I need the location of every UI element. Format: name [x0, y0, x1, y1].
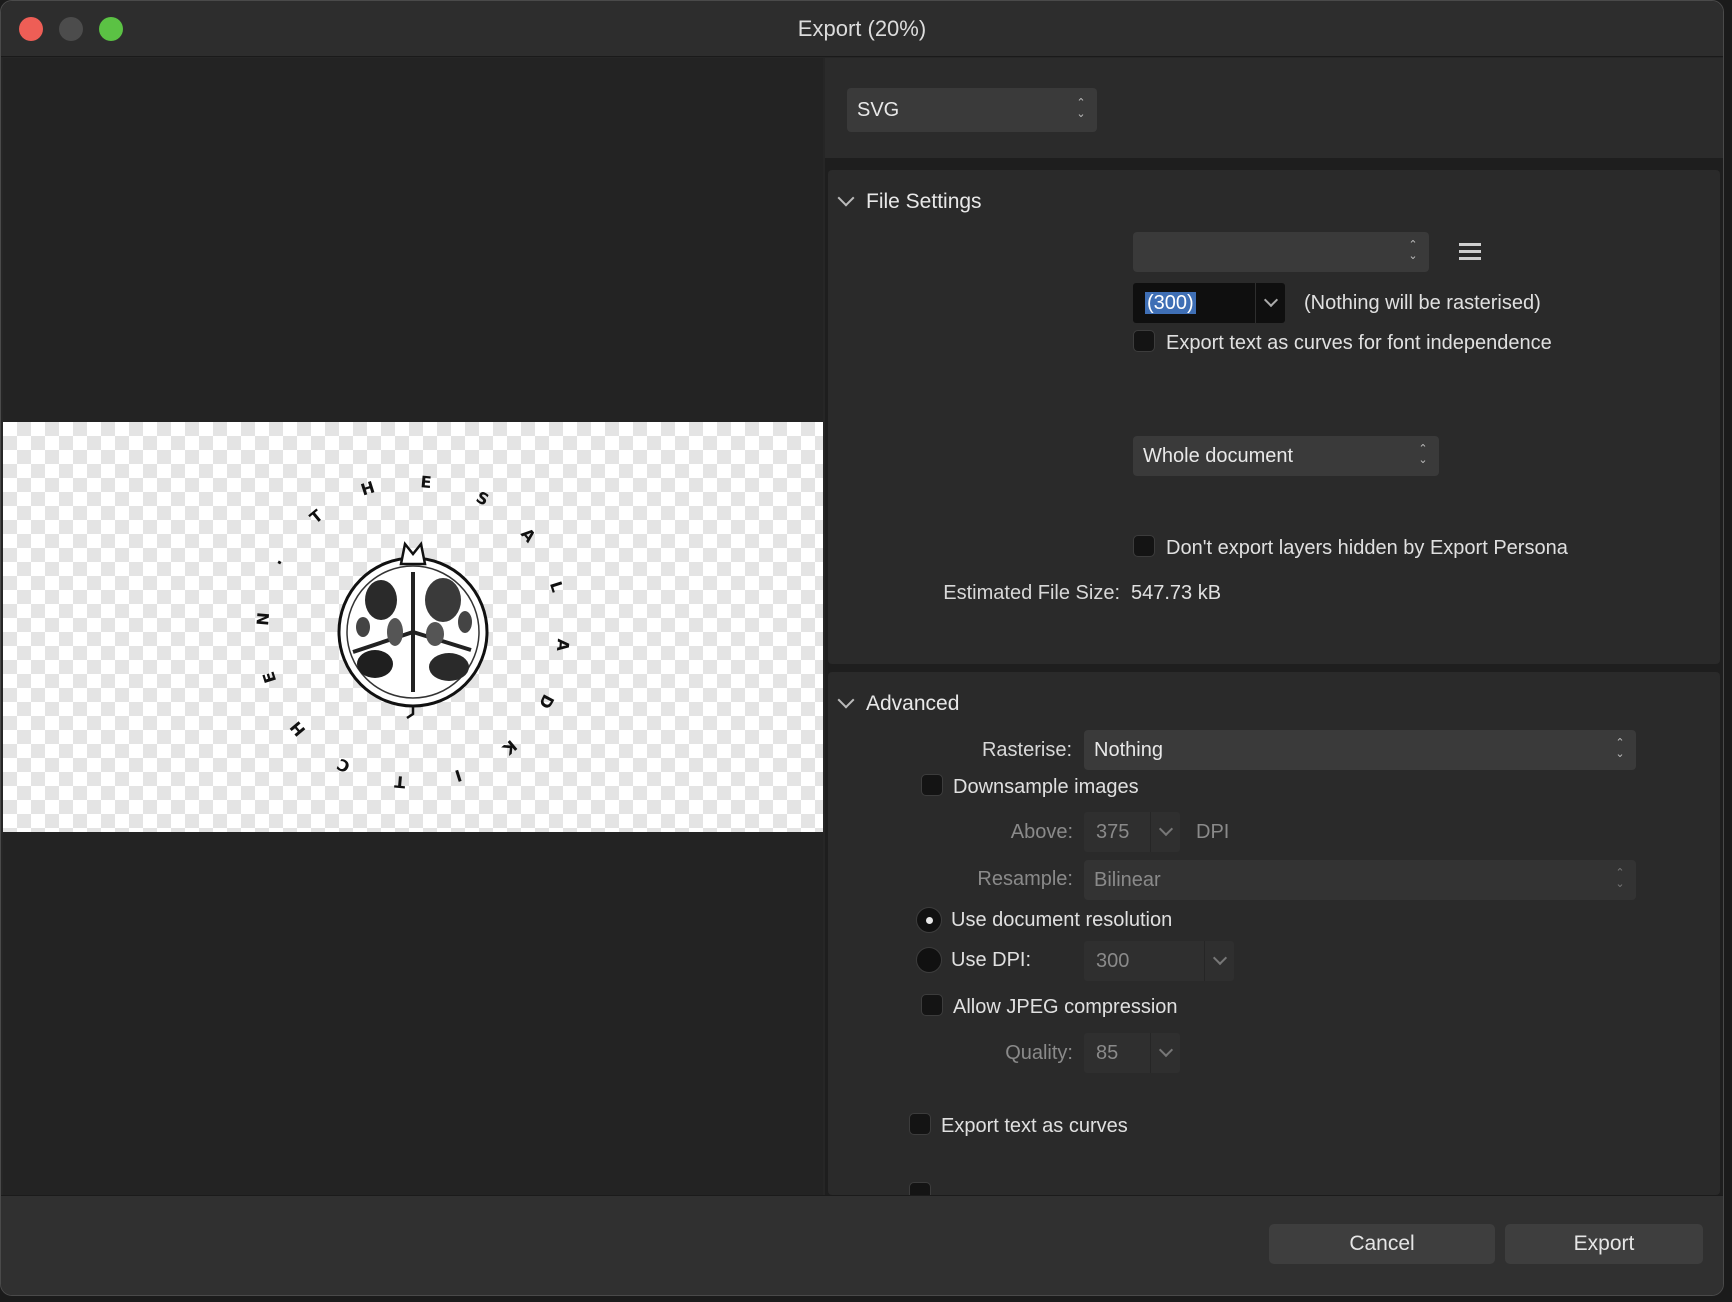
pomegranate-illustration	[337, 541, 489, 720]
above-label: Above:	[1010, 821, 1073, 843]
updown-icon: ⌃ ⌄	[1615, 737, 1625, 760]
ring-letter: H	[286, 718, 309, 740]
text-as-curves-checkbox[interactable]	[1133, 330, 1155, 352]
raster-dpi-note: (Nothing will be rasterised)	[1304, 292, 1541, 314]
settings-panel: SVG ⌃⌄ File Settings Preset: ⌃⌄ Raster D…	[825, 58, 1723, 1204]
text-curves-label: Export text as curves	[941, 1115, 1128, 1137]
format-value: SVG	[857, 99, 900, 121]
file-settings-heading: File Settings	[866, 190, 982, 213]
jpeg-compression-label: Allow JPEG compression	[953, 996, 1178, 1018]
chevron-down-icon[interactable]	[1150, 812, 1180, 852]
rasterise-value: Nothing	[1094, 739, 1163, 761]
chevron-down-icon[interactable]	[1255, 283, 1285, 323]
above-value: 375	[1096, 821, 1130, 843]
rasterise-select[interactable]: Nothing ⌃ ⌄	[1084, 730, 1636, 770]
raster-dpi-combo[interactable]: (300)	[1133, 283, 1285, 323]
hidden-layers-label: Don't export layers hidden by Export Per…	[1166, 537, 1568, 559]
dialog-footer: Cancel Export	[1, 1195, 1723, 1295]
ring-letter: A	[553, 638, 573, 653]
ring-letter: H	[359, 477, 377, 499]
use-dpi-radio[interactable]	[916, 947, 942, 973]
file-settings-section: File Settings Preset: ⌃⌄ Raster DPI: (30…	[828, 170, 1720, 664]
updown-icon: ⌃ ⌄	[1615, 867, 1625, 890]
resample-value: Bilinear	[1094, 869, 1161, 891]
title-bar: Export (20%)	[1, 1, 1723, 57]
rasterise-label: Rasterise:	[981, 739, 1072, 761]
chevron-down-icon	[837, 189, 855, 207]
jpeg-compression-checkbox[interactable]	[921, 994, 943, 1016]
ring-letter: T	[306, 506, 327, 528]
resample-label: Resample:	[977, 868, 1073, 890]
window-title: Export (20%)	[797, 16, 927, 41]
chevron-down-icon[interactable]	[1150, 1033, 1180, 1073]
use-dpi-value: 300	[1096, 950, 1130, 972]
text-curves-checkbox[interactable]	[909, 1113, 931, 1135]
ring-letter: T	[394, 772, 407, 792]
format-bar: SVG ⌃ ⌄	[825, 58, 1723, 158]
file-size-label: Estimated File Size:	[943, 582, 1120, 604]
resample-select[interactable]: Bilinear ⌃ ⌄	[1084, 860, 1636, 900]
advanced-heading: Advanced	[866, 692, 960, 715]
updown-icon: ⌃ ⌄	[1418, 443, 1428, 466]
area-select[interactable]: Whole document ⌃ ⌄	[1133, 436, 1439, 476]
updown-icon: ⌃ ⌄	[1408, 239, 1418, 262]
ring-letter: E	[259, 669, 280, 685]
hidden-layers-checkbox[interactable]	[1133, 535, 1155, 557]
use-document-resolution-label: Use document resolution	[951, 909, 1173, 931]
quality-label: Quality:	[1005, 1042, 1073, 1064]
above-unit: DPI	[1196, 821, 1230, 843]
text-as-curves-label: Export text as curves for font independe…	[1166, 332, 1552, 354]
raster-dpi-value: (300)	[1145, 292, 1196, 314]
downsample-checkbox[interactable]	[921, 774, 943, 796]
updown-icon: ⌃ ⌄	[1076, 97, 1086, 120]
ring-letter: E	[420, 472, 433, 492]
downsample-label: Downsample images	[953, 776, 1139, 798]
above-combo[interactable]: 375	[1084, 812, 1180, 852]
preset-menu-icon[interactable]	[1459, 243, 1481, 261]
quality-combo[interactable]: 85	[1084, 1033, 1180, 1073]
export-dialog: Export (20%) H E N · T H E S A L A D K I…	[0, 0, 1724, 1296]
ring-letter: I	[453, 766, 464, 786]
area-value: Whole document	[1143, 445, 1294, 467]
ring-letter: ·	[270, 555, 290, 569]
artwork-preview: H E N · T H E S A L A D K I T C	[253, 472, 573, 792]
chevron-down-icon[interactable]	[1204, 941, 1234, 981]
use-dpi-label: Use DPI:	[951, 949, 1032, 971]
ring-letter: K	[498, 736, 520, 759]
ring-letter: L	[546, 579, 567, 594]
ring-letter: S	[473, 487, 492, 509]
preview-canvas: H E N · T H E S A L A D K I T C	[3, 422, 823, 832]
ring-letter: D	[535, 691, 558, 712]
advanced-toggle[interactable]: Advanced	[837, 691, 960, 716]
use-dpi-combo[interactable]: 300	[1084, 941, 1234, 981]
advanced-section: Advanced Rasterise: Nothing ⌃ ⌄ Downsampl…	[828, 672, 1720, 1204]
use-document-resolution-radio[interactable]	[916, 907, 942, 933]
export-button[interactable]: Export	[1505, 1224, 1703, 1264]
ring-letter: A	[517, 524, 540, 546]
file-size-value: 547.73 kB	[1131, 582, 1222, 604]
file-settings-toggle[interactable]: File Settings	[837, 189, 982, 214]
ring-letter: C	[334, 754, 353, 776]
chevron-down-icon	[837, 691, 855, 709]
format-select[interactable]: SVG ⌃ ⌄	[847, 88, 1097, 132]
preview-area: H E N · T H E S A L A D K I T C	[3, 58, 823, 1195]
quality-value: 85	[1096, 1042, 1119, 1064]
cancel-button[interactable]: Cancel	[1269, 1224, 1495, 1264]
ring-letter: N	[253, 611, 273, 626]
preset-select[interactable]: ⌃ ⌄	[1133, 232, 1429, 272]
